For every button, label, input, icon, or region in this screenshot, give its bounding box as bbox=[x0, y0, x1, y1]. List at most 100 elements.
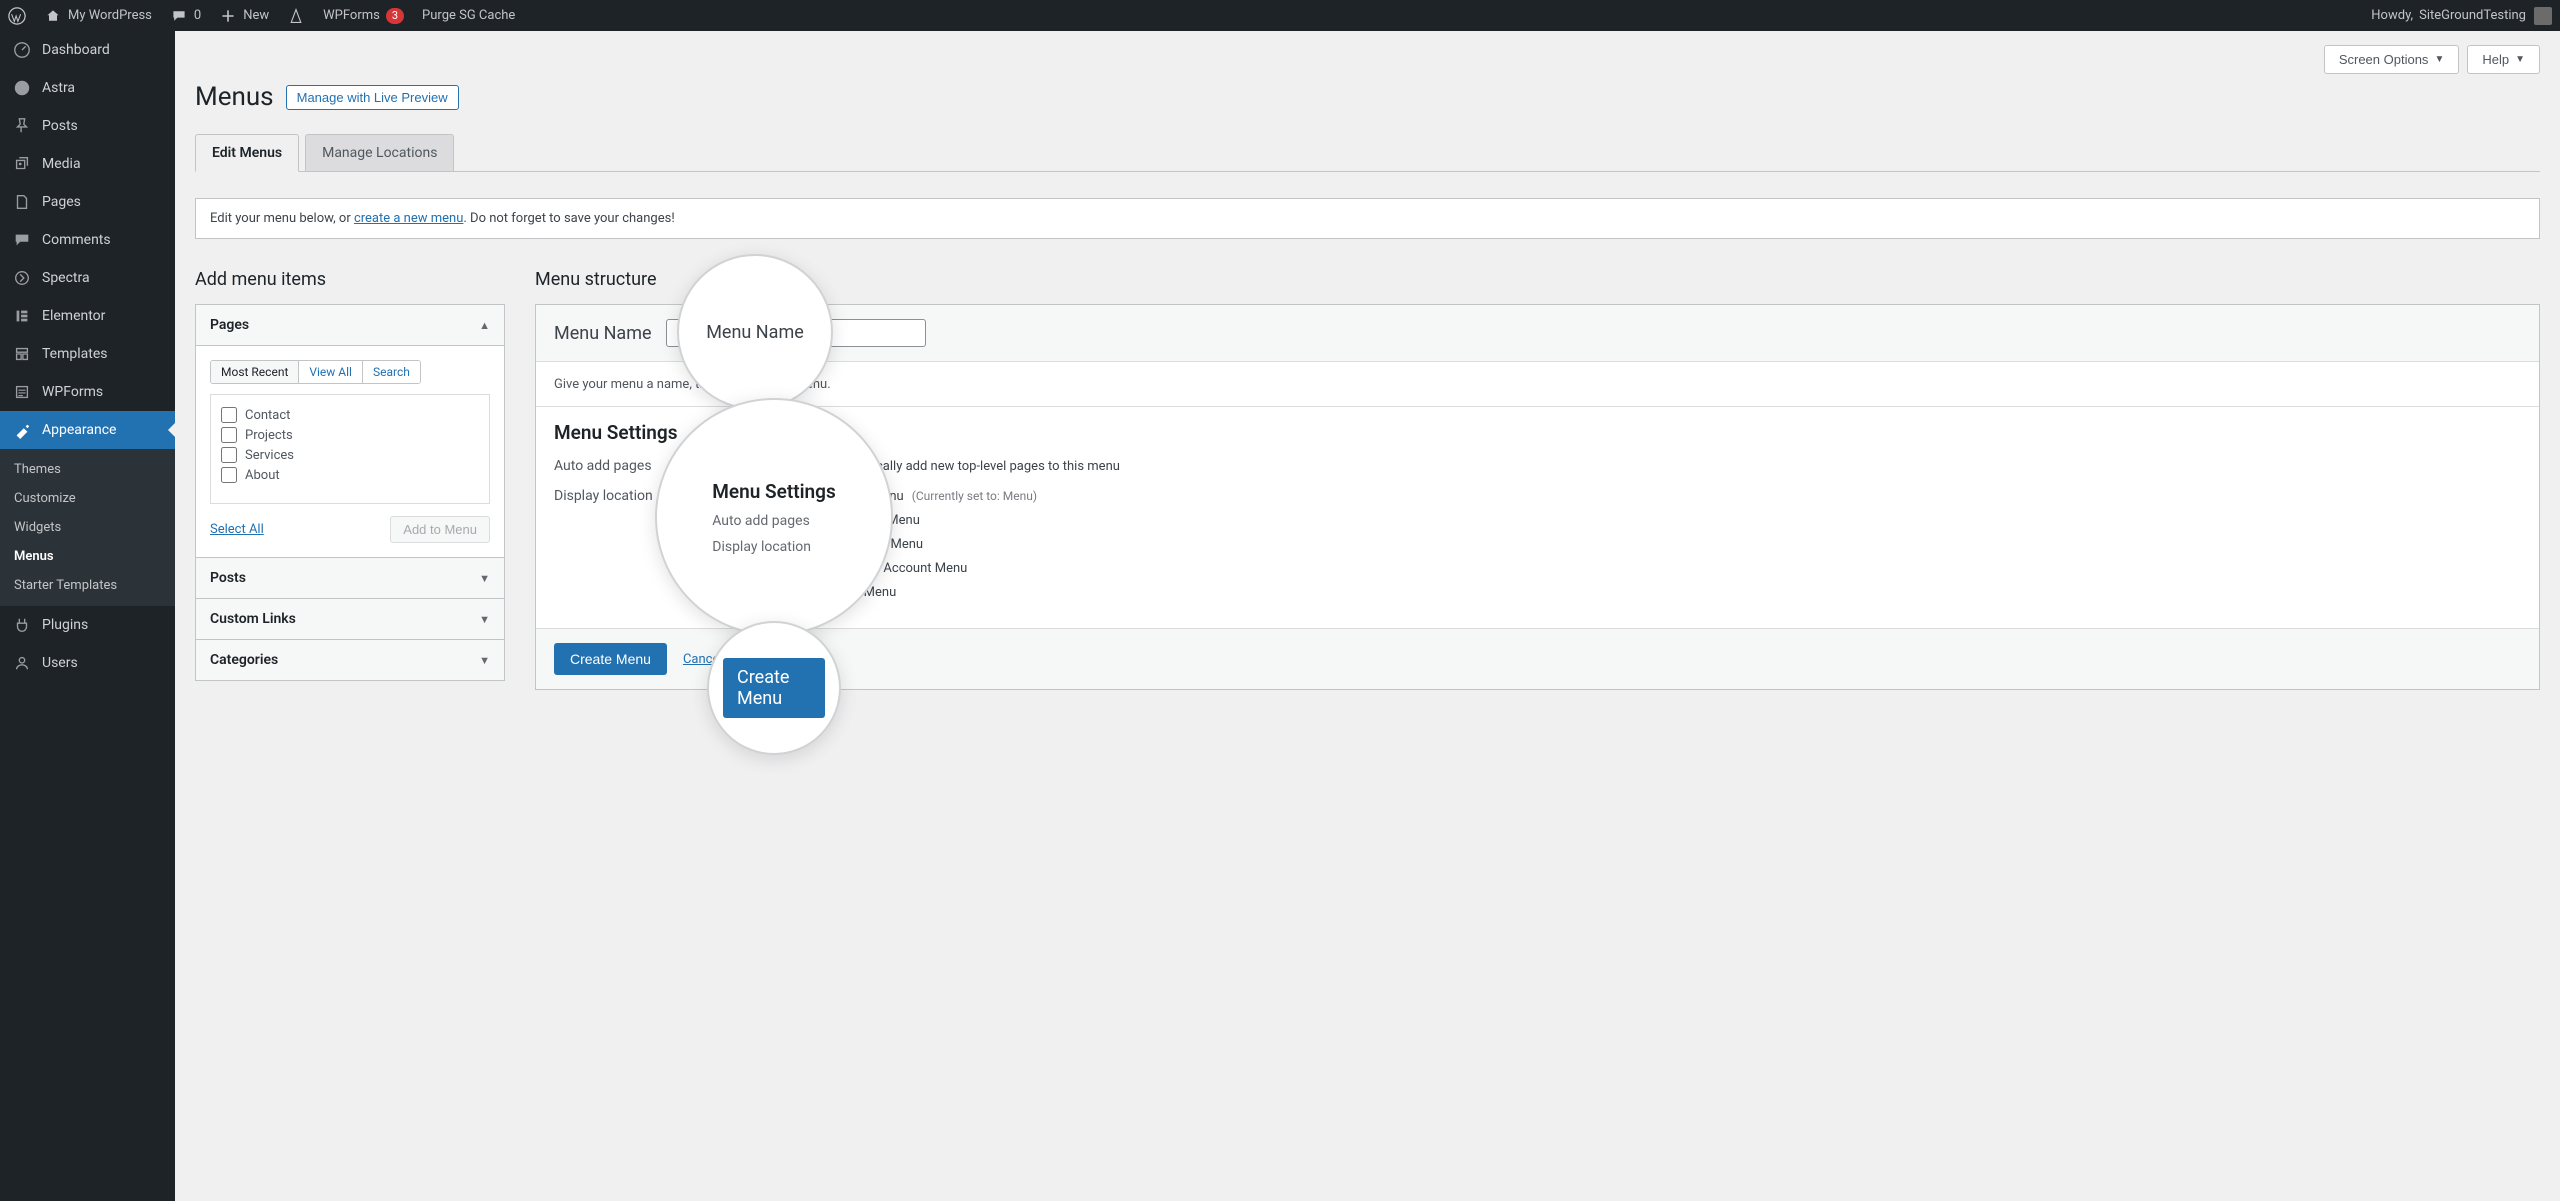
menu-name-input[interactable] bbox=[666, 319, 926, 347]
astra-bar-link[interactable] bbox=[287, 7, 305, 25]
chevron-up-icon: ▲ bbox=[479, 319, 490, 332]
sidebar-item-plugins[interactable]: Plugins bbox=[0, 606, 175, 644]
location-secondary[interactable]: Secondary Menu bbox=[799, 512, 1037, 528]
auto-add-checkbox[interactable] bbox=[799, 458, 815, 474]
location-offcanvas[interactable]: Off-Canvas Menu bbox=[799, 536, 1037, 552]
howdy-link[interactable]: Howdy, SiteGroundTesting bbox=[2371, 8, 2526, 23]
spectra-icon bbox=[12, 268, 32, 288]
location-checkbox[interactable] bbox=[799, 584, 815, 600]
location-extra: (Currently set to: Menu) bbox=[912, 489, 1037, 503]
admin-bar: My WordPress 0 New WPForms3 Purge SG Cac… bbox=[0, 0, 2560, 31]
mini-tab-recent[interactable]: Most Recent bbox=[211, 361, 299, 383]
avatar[interactable] bbox=[2534, 7, 2552, 25]
sidebar-item-appearance[interactable]: Appearance bbox=[0, 411, 175, 449]
purge-cache-link[interactable]: Purge SG Cache bbox=[422, 8, 515, 23]
page-checkbox[interactable] bbox=[221, 447, 237, 463]
submenu-starter-templates[interactable]: Starter Templates bbox=[0, 571, 175, 600]
accordion-custom-links-head[interactable]: Custom Links▼ bbox=[196, 599, 504, 640]
sidebar-item-label: Comments bbox=[42, 232, 111, 248]
location-label: Logged In Account Menu bbox=[823, 561, 967, 576]
page-item-services[interactable]: Services bbox=[221, 445, 479, 465]
comments-link[interactable]: 0 bbox=[170, 7, 201, 25]
sidebar-item-templates[interactable]: Templates bbox=[0, 335, 175, 373]
sidebar-item-spectra[interactable]: Spectra bbox=[0, 259, 175, 297]
dashboard-icon bbox=[12, 40, 32, 60]
location-checkbox[interactable] bbox=[799, 512, 815, 528]
live-preview-button[interactable]: Manage with Live Preview bbox=[286, 85, 459, 110]
sidebar-item-label: Posts bbox=[42, 118, 78, 134]
accordion-categories-head[interactable]: Categories▼ bbox=[196, 640, 504, 680]
sidebar-item-label: Pages bbox=[42, 194, 81, 210]
screen-options-button[interactable]: Screen Options▼ bbox=[2324, 45, 2460, 74]
page-checkbox[interactable] bbox=[221, 407, 237, 423]
submenu-customize[interactable]: Customize bbox=[0, 484, 175, 513]
mini-tab-search[interactable]: Search bbox=[363, 361, 420, 383]
location-checkbox[interactable] bbox=[799, 560, 815, 576]
location-loggedin[interactable]: Logged In Account Menu bbox=[799, 560, 1037, 576]
page-item-about[interactable]: About bbox=[221, 465, 479, 485]
sidebar-item-label: Templates bbox=[42, 346, 108, 362]
sidebar-item-pages[interactable]: Pages bbox=[0, 183, 175, 221]
wp-logo[interactable] bbox=[8, 7, 26, 25]
sidebar-item-users[interactable]: Users bbox=[0, 644, 175, 682]
submenu-menus[interactable]: Menus bbox=[0, 542, 175, 571]
sidebar-item-comments[interactable]: Comments bbox=[0, 221, 175, 259]
plus-icon bbox=[219, 7, 237, 25]
location-label: Secondary Menu bbox=[823, 513, 920, 528]
templates-icon bbox=[12, 344, 32, 364]
location-primary[interactable]: Primary Menu (Currently set to: Menu) bbox=[799, 488, 1037, 504]
sidebar-item-posts[interactable]: Posts bbox=[0, 107, 175, 145]
page-item-label: Contact bbox=[245, 408, 290, 423]
auto-add-option[interactable]: Automatically add new top-level pages to… bbox=[799, 458, 1120, 474]
submenu-themes[interactable]: Themes bbox=[0, 455, 175, 484]
page-checkbox[interactable] bbox=[221, 427, 237, 443]
comments-icon bbox=[12, 230, 32, 250]
add-items-accordion: Pages▲ Most Recent View All Search Conta… bbox=[195, 304, 505, 681]
purge-label: Purge SG Cache bbox=[422, 8, 515, 23]
accordion-pages-head[interactable]: Pages▲ bbox=[196, 305, 504, 346]
page-item-contact[interactable]: Contact bbox=[221, 405, 479, 425]
accordion-pages-body: Most Recent View All Search Contact Proj… bbox=[196, 346, 504, 558]
tab-edit-menus[interactable]: Edit Menus bbox=[195, 134, 299, 172]
mini-tab-view-all[interactable]: View All bbox=[299, 361, 363, 383]
sidebar-item-elementor[interactable]: Elementor bbox=[0, 297, 175, 335]
sidebar-item-media[interactable]: Media bbox=[0, 145, 175, 183]
wpforms-link[interactable]: WPForms3 bbox=[323, 8, 404, 24]
page-item-projects[interactable]: Projects bbox=[221, 425, 479, 445]
create-menu-button[interactable]: Create Menu bbox=[554, 643, 667, 675]
page-title: Menus bbox=[195, 82, 274, 112]
comment-icon bbox=[170, 7, 188, 25]
users-icon bbox=[12, 653, 32, 673]
page-item-label: About bbox=[245, 468, 280, 483]
auto-add-label: Auto add pages bbox=[554, 458, 709, 474]
content-area: Screen Options▼ Help▼ Menus Manage with … bbox=[175, 31, 2560, 1201]
elementor-icon bbox=[12, 306, 32, 326]
astra-icon-bar bbox=[287, 7, 305, 25]
chevron-down-icon: ▼ bbox=[479, 572, 490, 585]
cancel-link[interactable]: Cancel bbox=[683, 652, 723, 667]
location-checkbox[interactable] bbox=[799, 488, 815, 504]
sidebar-item-astra[interactable]: Astra bbox=[0, 69, 175, 107]
help-button[interactable]: Help▼ bbox=[2467, 45, 2540, 74]
sidebar-item-label: WPForms bbox=[42, 384, 103, 400]
sidebar-item-label: Media bbox=[42, 156, 81, 172]
sidebar-item-label: Users bbox=[42, 655, 78, 671]
media-icon bbox=[12, 154, 32, 174]
plugins-icon bbox=[12, 615, 32, 635]
submenu-widgets[interactable]: Widgets bbox=[0, 513, 175, 542]
sidebar-item-wpforms[interactable]: WPForms bbox=[0, 373, 175, 411]
site-link[interactable]: My WordPress bbox=[44, 7, 152, 25]
select-all-link[interactable]: Select All bbox=[210, 522, 264, 537]
create-new-menu-link[interactable]: create a new menu bbox=[354, 211, 463, 226]
location-footer[interactable]: Footer Menu bbox=[799, 584, 1037, 600]
tab-manage-locations[interactable]: Manage Locations bbox=[305, 134, 454, 171]
page-checkbox[interactable] bbox=[221, 467, 237, 483]
wpforms-icon bbox=[12, 382, 32, 402]
location-checkbox[interactable] bbox=[799, 536, 815, 552]
add-to-menu-button[interactable]: Add to Menu bbox=[390, 516, 490, 543]
new-link[interactable]: New bbox=[219, 7, 269, 25]
sidebar-item-dashboard[interactable]: Dashboard bbox=[0, 31, 175, 69]
appearance-submenu: Themes Customize Widgets Menus Starter T… bbox=[0, 449, 175, 606]
accordion-posts-head[interactable]: Posts▼ bbox=[196, 558, 504, 599]
page-item-label: Projects bbox=[245, 428, 293, 443]
